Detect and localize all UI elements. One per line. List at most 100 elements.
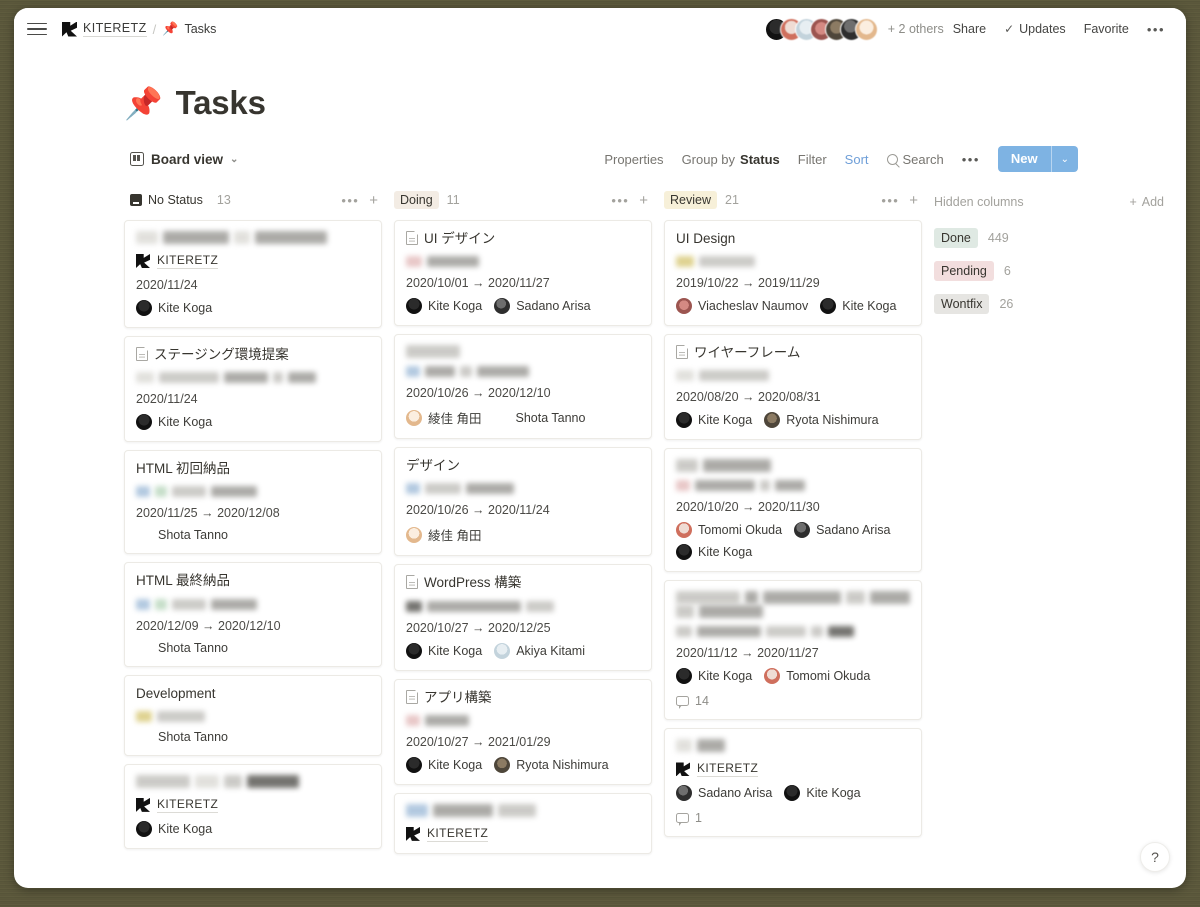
help-button[interactable]: ? xyxy=(1140,842,1170,872)
assignee[interactable]: Kite Koga xyxy=(676,544,752,561)
assignee[interactable]: Tomomi Okuda xyxy=(676,522,782,539)
board-card[interactable]: KITERETZ 2020/11/24 Kite Koga xyxy=(124,220,382,328)
search-button[interactable]: Search xyxy=(879,148,952,171)
redacted-text xyxy=(406,345,640,359)
assignee[interactable]: Shota Tanno xyxy=(136,528,228,542)
board-card[interactable]: 2020/10/20 → 2020/11/30 Tomomi Okuda Sadan… xyxy=(664,448,922,573)
collaborator-avatars[interactable] xyxy=(764,17,882,41)
favorite-button[interactable]: Favorite xyxy=(1075,18,1138,40)
column-menu-button[interactable]: ••• xyxy=(341,193,359,208)
updates-button[interactable]: ✓ Updates xyxy=(995,18,1075,40)
assignee[interactable]: Tomomi Okuda xyxy=(764,668,870,685)
assignee[interactable]: Ryota Nishimura xyxy=(764,412,879,429)
pin-icon[interactable]: 📌 xyxy=(124,88,163,119)
assignee[interactable]: Shota Tanno xyxy=(136,641,228,655)
assignee[interactable]: Ryota Nishimura xyxy=(494,756,609,773)
column-add-card-button[interactable]: + xyxy=(639,193,648,208)
assignee[interactable]: Kite Koga xyxy=(676,412,752,429)
assignee[interactable]: Kite Koga xyxy=(136,820,212,837)
card-workspace-link[interactable]: KITERETZ xyxy=(136,253,370,269)
board-card[interactable]: HTML 最終納品 2020/12/09 → 2020/12/10 Shota Ta… xyxy=(124,562,382,667)
board-card[interactable]: Development Shota Tanno xyxy=(124,674,382,756)
assignee[interactable]: Kite Koga xyxy=(820,298,896,315)
more-options-button[interactable]: ••• xyxy=(1138,18,1174,41)
hidden-column-row[interactable]: Done 449 xyxy=(934,228,1164,248)
redacted-block xyxy=(828,626,854,638)
card-title-row: ステージング環境提案 xyxy=(136,346,370,364)
assignee[interactable]: Akiya Kitami xyxy=(494,642,585,659)
sort-button[interactable]: Sort xyxy=(837,148,877,171)
chevron-down-icon[interactable]: ⌄ xyxy=(1052,146,1078,172)
new-button[interactable]: New ⌄ xyxy=(997,146,1078,172)
card-comment-count[interactable]: 1 xyxy=(676,811,910,827)
properties-button[interactable]: Properties xyxy=(596,148,671,171)
redacted-block xyxy=(425,366,455,378)
board-card[interactable]: KITERETZ Kite Koga xyxy=(124,763,382,849)
card-workspace-link[interactable]: KITERETZ xyxy=(676,761,910,778)
hidden-column-label: Done xyxy=(934,228,978,248)
assignee[interactable]: Sadano Arisa xyxy=(794,522,890,539)
board-card[interactable]: HTML 初回納品 2020/11/25 → 2020/12/08 Shota Ta… xyxy=(124,450,382,555)
board-card[interactable]: ステージング環境提案 2020/11/24 Kite Koga xyxy=(124,336,382,443)
assignee[interactable]: Kite Koga xyxy=(406,642,482,659)
hidden-column-row[interactable]: Wontfix 26 xyxy=(934,294,1164,314)
column-menu-button[interactable]: ••• xyxy=(881,193,899,208)
card-workspace-label: KITERETZ xyxy=(697,761,759,778)
redacted-block xyxy=(157,710,205,722)
redacted-text xyxy=(676,591,910,605)
redacted-block xyxy=(676,256,694,268)
board-card[interactable]: UI Design 2019/10/22 → 2019/11/29 Viachesl… xyxy=(664,220,922,327)
assignee[interactable]: Viacheslav Naumov xyxy=(676,298,808,315)
assignee[interactable]: Kite Koga xyxy=(406,756,482,773)
card-workspace-link[interactable]: KITERETZ xyxy=(406,826,640,842)
sidebar-toggle-icon[interactable] xyxy=(24,16,50,42)
column-add-card-button[interactable]: + xyxy=(369,193,378,208)
column-title[interactable]: Review xyxy=(664,191,717,209)
assignee[interactable]: Kite Koga xyxy=(406,298,483,315)
board-card[interactable]: KITERETZ xyxy=(394,792,652,854)
assignee[interactable]: 綾佳 角田 xyxy=(406,525,481,544)
column-actions: ••• + xyxy=(611,193,648,208)
assignee-name: Kite Koga xyxy=(428,299,483,314)
assignee[interactable]: Kite Koga xyxy=(676,668,752,685)
assignee[interactable]: Kite Koga xyxy=(136,300,212,316)
board-card[interactable]: 2020/10/26 → 2020/12/10 綾佳 角田 Shota Tanno xyxy=(394,334,652,440)
board-card[interactable]: 2020/11/12 → 2020/11/27 Kite Koga Tomomi O… xyxy=(664,580,922,721)
board-card[interactable]: ワイヤーフレーム 2020/08/20 → 2020/08/31 Kite Koga… xyxy=(664,334,922,441)
board-card[interactable]: KITERETZ Sadano Arisa Kite Koga 1 xyxy=(664,728,922,838)
page-title[interactable]: Tasks xyxy=(176,84,266,122)
assignee[interactable]: Sadano Arisa xyxy=(494,298,591,315)
assignee[interactable]: Sadano Arisa xyxy=(676,785,772,802)
board-card[interactable]: UI デザイン 2020/10/01 → 2020/11/27 Kite Koga S… xyxy=(394,220,652,327)
card-assignees: Kite Koga Akiya Kitami xyxy=(406,642,640,659)
assignee[interactable]: Shota Tanno xyxy=(136,730,228,744)
board-card[interactable]: デザイン 2020/10/26 → 2020/11/24 綾佳 角田 xyxy=(394,447,652,557)
card-workspace-link[interactable]: KITERETZ xyxy=(136,797,370,813)
column-title[interactable]: No Status xyxy=(124,191,209,209)
board-card[interactable]: WordPress 構築 2020/10/27 → 2020/12/25 Kite … xyxy=(394,564,652,671)
card-comment-count[interactable]: 14 xyxy=(676,694,910,710)
assignee[interactable]: 綾佳 角田 xyxy=(406,408,481,427)
column-menu-button[interactable]: ••• xyxy=(611,193,629,208)
column-add-card-button[interactable]: + xyxy=(909,193,918,208)
share-button[interactable]: Share xyxy=(944,18,995,40)
avatar[interactable] xyxy=(854,17,878,41)
board-card[interactable]: アプリ構築 2020/10/27 → 2021/01/29 Kite Koga Ryo… xyxy=(394,678,652,785)
breadcrumb-page[interactable]: Tasks xyxy=(184,22,216,36)
tab-board-view[interactable]: Board view ⌄ xyxy=(124,149,244,170)
assignee[interactable]: Shota Tanno xyxy=(493,411,585,425)
redacted-block xyxy=(869,591,910,605)
add-group-button[interactable]: + Add xyxy=(1129,195,1164,209)
column-title[interactable]: Doing xyxy=(394,191,439,209)
filter-button[interactable]: Filter xyxy=(790,148,835,171)
breadcrumb-workspace[interactable]: KITERETZ xyxy=(83,21,147,37)
group-by-button[interactable]: Group by Status xyxy=(674,148,788,171)
hidden-column-row[interactable]: Pending 6 xyxy=(934,261,1164,281)
assignee[interactable]: Kite Koga xyxy=(784,785,861,802)
avatar xyxy=(676,785,692,802)
column-count: 11 xyxy=(446,193,460,207)
card-workspace-label: KITERETZ xyxy=(427,825,489,842)
card-assignees: Viacheslav Naumov Kite Koga xyxy=(676,298,910,315)
view-more-button[interactable]: ••• xyxy=(954,148,988,171)
assignee[interactable]: Kite Koga xyxy=(136,414,212,431)
